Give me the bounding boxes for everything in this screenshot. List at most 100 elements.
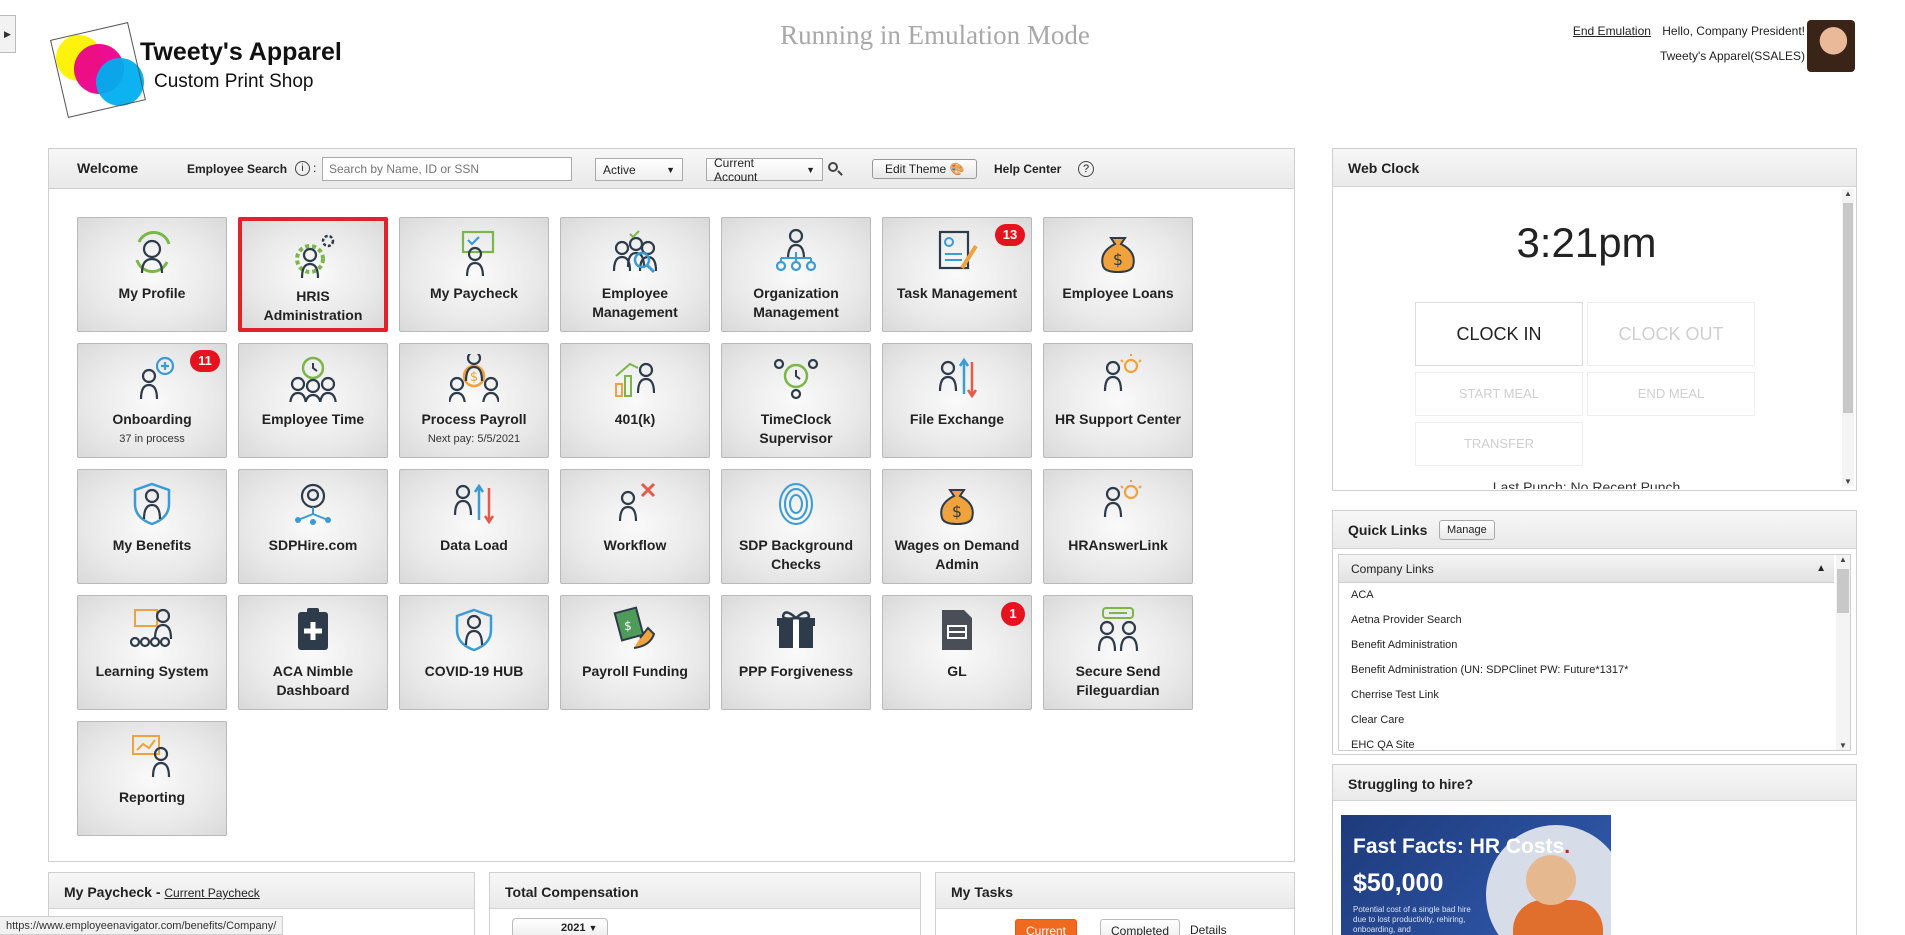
- network-person-icon: [288, 480, 338, 528]
- tile-my-profile[interactable]: My Profile: [77, 217, 227, 332]
- status-select[interactable]: Active ▼: [595, 158, 683, 181]
- workflow-tools-icon: [610, 480, 660, 528]
- chevron-down-icon: ▼: [588, 923, 598, 933]
- tile-ppp-forgiveness[interactable]: PPP Forgiveness: [721, 595, 871, 710]
- status-bar-url: https://www.employeenavigator.com/benefi…: [0, 916, 284, 935]
- account-select[interactable]: Current Account ▼: [706, 156, 823, 184]
- hr-costs-ad[interactable]: Fast Facts: HR Costs. $50,000 Potential …: [1341, 815, 1611, 935]
- help-icon[interactable]: ?: [1078, 161, 1094, 177]
- tile-gl[interactable]: GL 1: [882, 595, 1032, 710]
- tile-employee-time[interactable]: Employee Time: [238, 343, 388, 458]
- tile-sdp-background-checks[interactable]: SDP Background Checks: [721, 469, 871, 584]
- quick-link-item[interactable]: Benefit Administration (UN: SDPClinet PW…: [1339, 658, 1834, 683]
- tile-learning-system[interactable]: Learning System: [77, 595, 227, 710]
- scroll-up-icon[interactable]: ▲: [1842, 189, 1854, 198]
- tab-current[interactable]: Current: [1015, 919, 1078, 935]
- hiring-promo-title: Struggling to hire?: [1333, 765, 1856, 801]
- company-logo[interactable]: Tweety's Apparel Custom Print Shop: [50, 22, 370, 122]
- tile-label: HR Support Center: [1055, 411, 1181, 427]
- ad-person-body: [1513, 900, 1603, 935]
- secure-chat-icon: [1093, 606, 1143, 654]
- current-paycheck-link[interactable]: Current Paycheck: [164, 886, 259, 900]
- tile-aca-nimble-dashboard[interactable]: ACA Nimble Dashboard: [238, 595, 388, 710]
- quick-link-item[interactable]: ACA: [1339, 583, 1834, 608]
- tile-my-paycheck[interactable]: My Paycheck: [399, 217, 549, 332]
- tab-details[interactable]: Details: [1180, 919, 1237, 935]
- year-select-value: 2021: [561, 922, 586, 934]
- tile-payroll-funding[interactable]: $ Payroll Funding: [560, 595, 710, 710]
- employee-search-input[interactable]: [322, 157, 572, 181]
- my-tasks-panel: My Tasks Current Completed Details: [935, 872, 1295, 935]
- end-meal-button[interactable]: END MEAL: [1587, 372, 1755, 416]
- tile-label: Employee Loans: [1062, 285, 1174, 301]
- info-icon[interactable]: i: [295, 161, 310, 176]
- tile-onboarding[interactable]: Onboarding 37 in process 11: [77, 343, 227, 458]
- tile-workflow[interactable]: Workflow: [560, 469, 710, 584]
- tile-401-k[interactable]: 401(k): [560, 343, 710, 458]
- idea-person-icon: [1093, 354, 1143, 402]
- company-links-group[interactable]: Company Links ▲: [1339, 555, 1834, 583]
- sidebar-toggle[interactable]: ▶: [0, 15, 16, 53]
- scroll-thumb[interactable]: [1837, 569, 1849, 613]
- quick-link-item[interactable]: Clear Care: [1339, 708, 1834, 733]
- tile-data-load[interactable]: Data Load: [399, 469, 549, 584]
- tile-employee-management[interactable]: Employee Management: [560, 217, 710, 332]
- tile-task-management[interactable]: Task Management 13: [882, 217, 1032, 332]
- search-icon[interactable]: [827, 161, 843, 177]
- svg-text:$: $: [1113, 250, 1123, 269]
- tile-label: My Profile: [118, 285, 186, 301]
- tile-sdphire-com[interactable]: SDPHire.com: [238, 469, 388, 584]
- tile-secure-send-fileguardian[interactable]: Secure Send Fileguardian: [1043, 595, 1193, 710]
- quick-link-item[interactable]: Aetna Provider Search: [1339, 608, 1834, 633]
- status-select-value: Active: [603, 162, 636, 177]
- upload-arrows-icon: [449, 480, 499, 528]
- dashboard-panel: Welcome Employee Search i : Active ▼ Cur…: [48, 148, 1295, 862]
- logo-title: Tweety's Apparel: [140, 38, 342, 66]
- help-center-link[interactable]: Help Center: [994, 162, 1061, 176]
- edit-theme-button[interactable]: Edit Theme 🎨: [872, 159, 978, 179]
- tab-completed[interactable]: Completed: [1100, 919, 1181, 935]
- money-bag-icon: $: [1093, 228, 1143, 276]
- timeclock-icon: [771, 354, 821, 402]
- scroll-thumb[interactable]: [1843, 203, 1853, 413]
- scroll-down-icon[interactable]: ▼: [1836, 741, 1850, 750]
- start-meal-button[interactable]: START MEAL: [1415, 372, 1583, 416]
- tile-label: Organization Management: [753, 285, 839, 320]
- quick-link-item[interactable]: Benefit Administration: [1339, 633, 1834, 658]
- manage-button[interactable]: Manage: [1439, 520, 1495, 540]
- collapse-icon[interactable]: ▲: [1816, 563, 1826, 574]
- notification-badge: 13: [995, 224, 1025, 246]
- tile-file-exchange[interactable]: File Exchange: [882, 343, 1032, 458]
- idea-person-icon: [1093, 480, 1143, 528]
- scroll-up-icon[interactable]: ▲: [1836, 555, 1850, 564]
- scroll-down-icon[interactable]: ▼: [1842, 477, 1854, 486]
- transfer-button[interactable]: TRANSFER: [1415, 422, 1583, 466]
- quick-link-item[interactable]: EHC QA Site: [1339, 733, 1834, 758]
- tile-wages-on-demand-admin[interactable]: $ Wages on Demand Admin: [882, 469, 1032, 584]
- tile-employee-loans[interactable]: $ Employee Loans: [1043, 217, 1193, 332]
- tile-process-payroll[interactable]: $ Process Payroll Next pay: 5/5/2021: [399, 343, 549, 458]
- quick-link-item[interactable]: Cherrise Test Link: [1339, 683, 1834, 708]
- year-select[interactable]: 2021 ▼: [512, 918, 608, 935]
- tile-hranswerlink[interactable]: HRAnswerLink: [1043, 469, 1193, 584]
- gift-icon: [771, 606, 821, 654]
- end-emulation-link[interactable]: End Emulation: [1573, 24, 1651, 38]
- tile-organization-management[interactable]: Organization Management: [721, 217, 871, 332]
- cash-hand-icon: $: [610, 606, 660, 654]
- clock-out-button[interactable]: CLOCK OUT: [1587, 302, 1755, 366]
- tile-hr-support-center[interactable]: HR Support Center: [1043, 343, 1193, 458]
- tile-my-benefits[interactable]: My Benefits: [77, 469, 227, 584]
- quick-links-scrollbar[interactable]: ▲ ▼: [1836, 555, 1850, 750]
- tile-covid-19-hub[interactable]: COVID-19 HUB: [399, 595, 549, 710]
- svg-text:$: $: [952, 502, 962, 521]
- quick-links-header: Quick Links Manage: [1333, 511, 1856, 549]
- clock-in-button[interactable]: CLOCK IN: [1415, 302, 1583, 366]
- growth-chart-icon: [610, 354, 660, 402]
- tile-reporting[interactable]: Reporting: [77, 721, 227, 836]
- tile-hris-administration[interactable]: HRIS Administration: [238, 217, 388, 332]
- web-clock-scrollbar[interactable]: ▲ ▼: [1842, 189, 1854, 486]
- tile-label: Employee Time: [261, 411, 365, 427]
- avatar[interactable]: [1807, 20, 1855, 72]
- welcome-tab[interactable]: Welcome: [77, 160, 138, 176]
- tile-timeclock-supervisor[interactable]: TimeClock Supervisor: [721, 343, 871, 458]
